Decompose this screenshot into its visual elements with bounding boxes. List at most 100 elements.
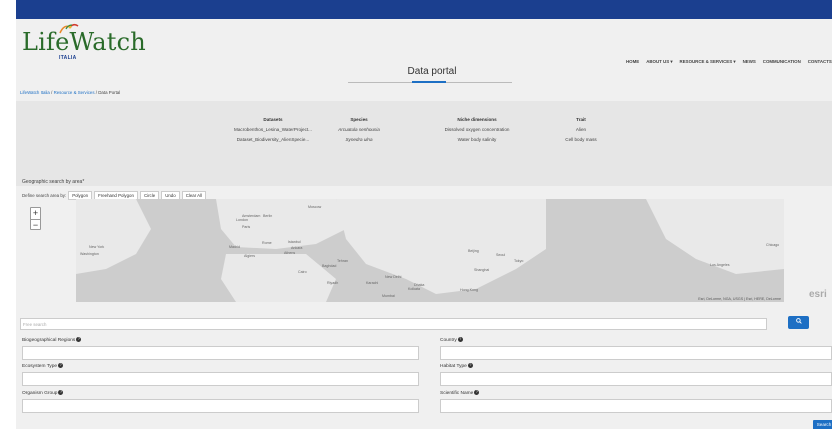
country-field[interactable] — [440, 346, 832, 360]
organism-label: Organism Group? — [22, 390, 64, 396]
breadcrumb-home[interactable]: LifeWatch Italia — [20, 90, 50, 95]
ecosystem-label: Ecosystem Type? — [22, 363, 64, 369]
map-city-label: Karachi — [366, 281, 378, 285]
dataset-item[interactable]: Macrobenthos_Lesina_WaterProject... — [230, 125, 316, 135]
main-nav: HOME ABOUT US ▾ RESOURCE & SERVICES ▾ NE… — [626, 59, 832, 65]
title-accent — [412, 81, 446, 83]
map-city-label: Hong Kong — [460, 288, 478, 292]
esri-logo: esri — [809, 289, 827, 300]
species-column: Species Arcuatula senhousia Synedra ulna — [332, 115, 386, 145]
datasets-column: Datasets Macrobenthos_Lesina_WaterProjec… — [230, 115, 316, 145]
map-zoom-control: + − — [30, 207, 41, 230]
zoom-in-button[interactable]: + — [31, 208, 40, 219]
nav-communication[interactable]: COMMUNICATION — [763, 59, 801, 65]
dataset-item[interactable]: Dataset_Biodiversity_AlienSpecie... — [230, 135, 316, 145]
niche-heading: Niche dimensions — [457, 117, 497, 122]
biogeo-label-text: Biogeographical Regions — [22, 337, 76, 343]
info-icon[interactable]: ? — [76, 337, 82, 342]
map-city-label: Riyadh — [327, 281, 338, 285]
breadcrumb-current: Data Portal — [98, 90, 121, 95]
organism-label-text: Organism Group — [22, 390, 58, 396]
species-item[interactable]: Arcuatula senhousia — [332, 125, 386, 135]
biogeo-label: Biogeographical Regions? — [22, 337, 82, 343]
country-label-text: Country — [440, 337, 457, 343]
map-city-label: Shanghai — [474, 268, 489, 272]
trait-item[interactable]: Cell body mass — [558, 135, 604, 145]
map-attribution[interactable]: Esri, DeLorme, NGA, USGS | Esri, HERE, D… — [698, 297, 781, 301]
header: LifeWatch ITALIA HOME ABOUT US ▾ RESOURC… — [16, 19, 832, 91]
organism-field[interactable] — [22, 399, 419, 413]
habitat-label-text: Habitat Type — [440, 363, 467, 369]
info-icon[interactable]: ? — [457, 337, 463, 342]
niche-item[interactable]: Dissolved oxygen concentration — [435, 125, 519, 135]
map-city-label: London — [236, 218, 248, 222]
page: LifeWatch ITALIA HOME ABOUT US ▾ RESOURC… — [16, 19, 832, 429]
biogeo-field[interactable] — [22, 346, 419, 360]
map-city-label: Berlin — [263, 214, 272, 218]
map-city-label: Seoul — [496, 253, 505, 257]
map-city-label: Ankara — [291, 246, 302, 250]
nav-resource-services[interactable]: RESOURCE & SERVICES ▾ — [680, 59, 736, 65]
breadcrumb: LifeWatch Italia / Resource & Services /… — [20, 90, 120, 95]
lifewatch-logo[interactable]: LifeWatch ITALIA — [22, 23, 146, 64]
free-search-input[interactable]: Free search — [20, 318, 767, 330]
map-city-label: Tehran — [337, 259, 348, 263]
info-icon[interactable]: ? — [58, 390, 64, 395]
trait-item[interactable]: Alien — [558, 125, 604, 135]
info-icon[interactable]: ? — [467, 363, 473, 368]
breadcrumb-separator: / — [95, 90, 98, 95]
summary-panel: Datasets Macrobenthos_Lesina_WaterProjec… — [16, 101, 832, 186]
zoom-out-button[interactable]: − — [31, 219, 40, 230]
map-city-label: Mumbai — [382, 294, 395, 298]
top-bar — [16, 0, 832, 19]
map-city-label: Rome — [262, 241, 272, 245]
nav-news[interactable]: NEWS — [743, 59, 756, 65]
map-city-label: Istanbul — [288, 240, 301, 244]
map-city-label: Madrid — [229, 245, 240, 249]
map-city-label: Paris — [242, 225, 250, 229]
ecosystem-label-text: Ecosystem Type — [22, 363, 58, 369]
submit-search-button[interactable]: Search — [813, 420, 832, 429]
map-city-label: Tokyo — [514, 259, 523, 263]
geo-search-label: Geographic search by area* — [22, 179, 85, 185]
map-city-label: Kolkata — [408, 287, 420, 291]
breadcrumb-separator: / — [51, 90, 53, 95]
map-city-label: Chicago — [766, 243, 779, 247]
niche-column: Niche dimensions Dissolved oxygen concen… — [435, 115, 519, 145]
info-icon[interactable]: ? — [58, 363, 64, 368]
search-button[interactable] — [788, 316, 809, 329]
species-heading: Species — [350, 117, 368, 122]
map-city-label: Washington — [80, 252, 99, 256]
page-title: Data portal — [407, 66, 457, 77]
habitat-label: Habitat Type? — [440, 363, 473, 369]
map-city-label: Moscow — [308, 205, 322, 209]
info-icon[interactable]: ? — [474, 390, 480, 395]
search-icon — [795, 318, 802, 325]
logo-text: LifeWatch — [22, 28, 146, 56]
scientific-name-field[interactable] — [440, 399, 832, 413]
logo-subtitle: ITALIA — [59, 55, 77, 61]
nav-contacts[interactable]: CONTACTS — [808, 59, 832, 65]
scientific-name-label: Scientific Name? — [440, 390, 480, 396]
map-city-label: Beijing — [468, 249, 479, 253]
map-land-shapes: Moscow Amsterdam Berlin London Paris Mad… — [76, 199, 784, 302]
ecosystem-field[interactable] — [22, 372, 419, 386]
map-city-label: New Delhi — [385, 275, 402, 279]
trait-heading: Trait — [576, 117, 586, 122]
scientific-name-label-text: Scientific Name — [440, 390, 474, 396]
nav-about-us[interactable]: ABOUT US ▾ — [646, 59, 672, 65]
breadcrumb-section[interactable]: Resource & Services — [54, 90, 95, 95]
country-label: Country? — [440, 337, 463, 343]
map-city-label: Baghdad — [322, 264, 336, 268]
niche-item[interactable]: Water body salinity — [435, 135, 519, 145]
trait-column: Trait Alien Cell body mass — [558, 115, 604, 145]
define-area-label: Define search area by: — [22, 193, 67, 198]
map-city-label: Algiers — [244, 254, 255, 258]
habitat-field[interactable] — [440, 372, 832, 386]
map-city-label: Cairo — [298, 270, 307, 274]
nav-home[interactable]: HOME — [626, 59, 639, 65]
species-item[interactable]: Synedra ulna — [332, 135, 386, 145]
world-map[interactable]: Moscow Amsterdam Berlin London Paris Mad… — [76, 199, 784, 302]
map-city-label: New York — [89, 245, 104, 249]
datasets-heading: Datasets — [263, 117, 283, 122]
